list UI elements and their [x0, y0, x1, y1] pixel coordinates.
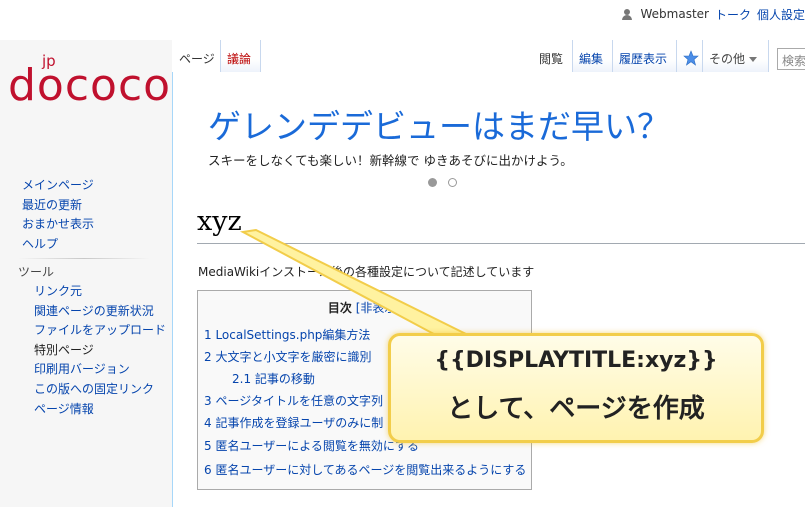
logo-text: dococo: [8, 60, 172, 111]
toc-item[interactable]: 6 匿名ユーザーに対してあるページを閲覧出来るようにする: [204, 461, 526, 478]
intro-text: MediaWikiインストール後の各種設定について記述しています: [198, 265, 535, 279]
callout-line-1: {{DISPLAYTITLE:xyz}}: [434, 348, 718, 373]
username-link[interactable]: Webmaster: [640, 7, 708, 21]
sidebar-item-main-page[interactable]: メインページ: [22, 176, 94, 196]
tool-special-pages[interactable]: 特別ページ: [34, 341, 166, 361]
logo[interactable]: jp dococo: [8, 48, 172, 112]
watch-star-button[interactable]: [677, 40, 703, 72]
user-icon: [622, 8, 633, 20]
tool-printable[interactable]: 印刷用バージョン: [34, 360, 166, 380]
banner-title[interactable]: ゲレンデデビューはまだ早い？: [208, 100, 670, 148]
sidebar-tools: リンク元 関連ページの更新状況 ファイルをアップロード 特別ページ 印刷用バージ…: [34, 282, 166, 419]
carousel-dot[interactable]: [448, 178, 457, 187]
tools-heading: ツール: [18, 265, 55, 279]
sidebar-divider: [18, 258, 150, 259]
tool-whatlinkshere[interactable]: リンク元: [34, 282, 166, 302]
more-menu-label: その他: [709, 52, 746, 66]
tool-permalink[interactable]: この版への固定リンク: [34, 380, 166, 400]
toc-item[interactable]: 3 ページタイトルを任意の文字列: [204, 392, 383, 409]
toc-item[interactable]: 5 匿名ユーザーによる閲覧を無効にする: [204, 437, 419, 454]
tab-history[interactable]: 履歴表示: [613, 40, 677, 72]
chevron-down-icon: [749, 57, 758, 62]
tab-read[interactable]: 閲覧: [533, 40, 573, 72]
title-divider: [197, 243, 805, 244]
callout-line-2: として、ページを作成: [447, 394, 705, 424]
toc-item[interactable]: 4 記事作成を登録ユーザのみに制: [204, 414, 383, 431]
more-menu[interactable]: その他: [703, 40, 769, 72]
tool-upload[interactable]: ファイルをアップロード: [34, 321, 166, 341]
talk-link[interactable]: トーク: [715, 6, 751, 23]
toc-heading: 目次: [327, 301, 352, 315]
page-title: xyz: [197, 206, 242, 237]
toc-item[interactable]: 1 LocalSettings.php編集方法: [204, 326, 370, 343]
settings-link[interactable]: 個人設定: [757, 6, 805, 23]
star-icon: [683, 50, 699, 66]
carousel-dot-active[interactable]: [428, 178, 437, 187]
search-input[interactable]: 検索: [777, 48, 805, 70]
banner-subtitle: スキーをしなくても楽しい！新幹線で ゆきあそびに出かけよう。: [208, 153, 573, 168]
tool-page-info[interactable]: ページ情報: [34, 400, 166, 420]
sidebar-item-help[interactable]: ヘルプ: [22, 235, 94, 255]
sidebar-nav: メインページ 最近の更新 おまかせ表示 ヘルプ: [22, 176, 94, 254]
sidebar-item-random[interactable]: おまかせ表示: [22, 215, 94, 235]
annotation-callout: {{DISPLAYTITLE:xyz}} として、ページを作成: [388, 333, 764, 443]
toc-item[interactable]: 2 大文字と小文字を厳密に識別: [204, 348, 371, 365]
tool-related-changes[interactable]: 関連ページの更新状況: [34, 302, 166, 322]
tab-talk[interactable]: 議論: [221, 40, 261, 72]
toc-toggle[interactable]: [非表示]: [356, 301, 401, 315]
tab-edit[interactable]: 編集: [573, 40, 613, 72]
toc-item[interactable]: 2.1 記事の移動: [232, 370, 315, 387]
tab-page[interactable]: ページ: [173, 40, 221, 72]
sidebar-item-recent-changes[interactable]: 最近の更新: [22, 196, 94, 216]
toc-title: 目次 [非表示]: [198, 299, 531, 316]
personal-toolbar: Webmaster トーク 個人設定: [622, 5, 805, 23]
